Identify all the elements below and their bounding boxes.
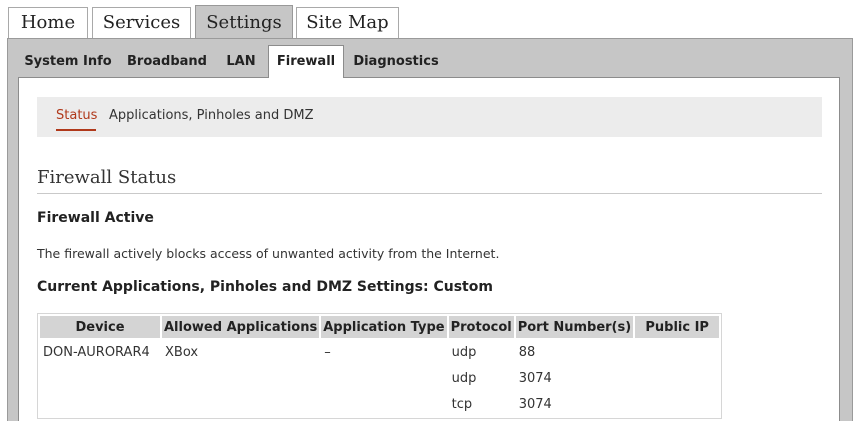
table-row: DON-AURORAR4 XBox – udp 88 [40,340,719,364]
tab-home[interactable]: Home [8,7,88,38]
cell-public-ip [635,366,719,390]
tab-services[interactable]: Services [92,7,191,38]
col-allowed-applications: Allowed Applications [162,316,320,338]
cell-application [162,366,319,390]
col-device: Device [40,316,160,338]
cell-port: 3074 [518,370,552,386]
cell-port: 88 [518,344,536,360]
subtab-broadband[interactable]: Broadband [124,47,210,77]
subtab-diagnostics[interactable]: Diagnostics [352,47,440,77]
cell-application-type [321,392,446,416]
nav-active-indicator [56,129,96,131]
cell-device: DON-AURORAR4 [43,344,150,360]
table-header-row: Device Allowed Applications Application … [40,316,720,338]
cell-public-ip [635,340,719,364]
title-divider [37,193,822,194]
top-navigation: Home Services Settings Site Map [0,0,858,39]
col-port-numbers: Port Number(s) [515,316,634,338]
tab-site-map[interactable]: Site Map [296,7,399,38]
table-row: udp 3074 [40,366,719,390]
nav-applications-pinholes-dmz[interactable]: Applications, Pinholes and DMZ [109,108,314,123]
firewall-description: The firewall actively blocks access of u… [37,246,500,261]
table-row: tcp 3074 [40,392,719,416]
current-settings-heading: Current Applications, Pinholes and DMZ S… [37,279,493,295]
cell-device [40,392,160,416]
tab-settings[interactable]: Settings [195,5,293,39]
cell-port: 3074 [518,396,552,412]
col-application-type: Application Type [321,316,447,338]
nav-status[interactable]: Status [56,108,97,123]
cell-protocol: tcp [451,396,473,412]
subtab-firewall[interactable]: Firewall [268,45,344,78]
page-title: Firewall Status [37,167,177,188]
cell-application [162,392,319,416]
firewall-active-heading: Firewall Active [37,210,154,226]
cell-device [40,366,160,390]
col-protocol: Protocol [448,316,514,338]
col-public-ip: Public IP [635,316,720,338]
pinholes-table: Device Allowed Applications Application … [37,313,723,419]
cell-application-type [321,366,446,390]
subtab-lan[interactable]: LAN [220,47,262,77]
cell-application-type: – [324,344,331,360]
cell-protocol: udp [451,370,477,386]
subtab-system-info[interactable]: System Info [22,47,114,77]
cell-public-ip [635,392,719,416]
cell-application: XBox [165,344,199,360]
cell-protocol: udp [451,344,477,360]
